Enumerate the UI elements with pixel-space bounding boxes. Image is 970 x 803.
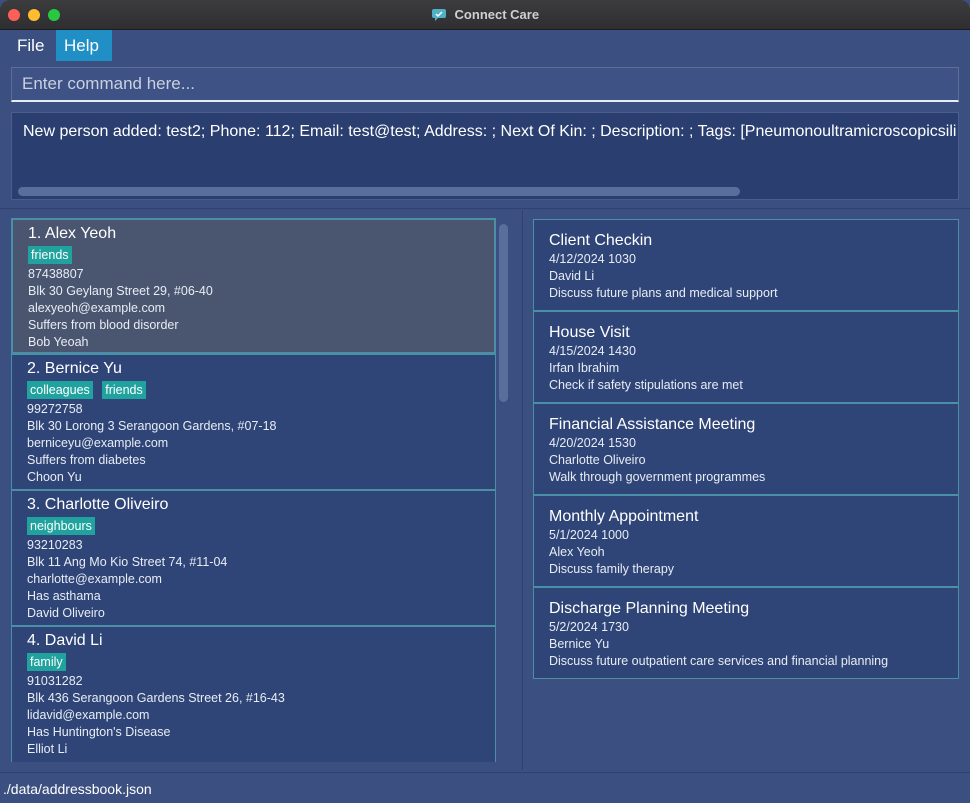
- person-email: lidavid@example.com: [27, 708, 150, 722]
- person-phone: 93210283: [27, 538, 83, 552]
- panel-divider: [522, 210, 523, 770]
- menu-bar: File Help: [0, 30, 970, 61]
- person-tag: friends: [28, 246, 72, 264]
- appointment-datetime: 4/20/2024 1530: [549, 436, 636, 450]
- result-text: New person added: test2; Phone: 112; Ema…: [23, 123, 957, 140]
- command-box: [11, 67, 959, 102]
- person-tag: family: [27, 653, 66, 671]
- person-tags: colleagues friends: [27, 381, 495, 401]
- person-phone: 91031282: [27, 674, 83, 688]
- person-name: Charlotte Oliveiro: [44, 496, 169, 513]
- person-address: Blk 30 Lorong 3 Serangoon Gardens, #07-1…: [27, 419, 277, 433]
- title-bar: Connect Care: [0, 0, 970, 30]
- person-next-of-kin: Choon Yu: [27, 470, 82, 484]
- appointment-card[interactable]: Monthly Appointment 5/1/2024 1000 Alex Y…: [533, 495, 959, 587]
- person-tag: colleagues: [27, 381, 93, 399]
- result-display: New person added: test2; Phone: 112; Ema…: [11, 112, 959, 200]
- appointment-title: Monthly Appointment: [549, 508, 699, 525]
- person-name: Bernice Yu: [44, 360, 122, 377]
- appointment-description: Discuss family therapy: [549, 562, 675, 576]
- person-index: 3.: [27, 496, 41, 513]
- section-divider: [0, 208, 970, 209]
- person-card[interactable]: 2. Bernice Yu colleagues friends 9927275…: [11, 353, 496, 490]
- appointment-person: Irfan Ibrahim: [549, 361, 620, 375]
- person-address: Blk 11 Ang Mo Kio Street 74, #11-04: [27, 555, 228, 569]
- appointment-title: Discharge Planning Meeting: [549, 600, 750, 617]
- appointment-list: Client Checkin 4/12/2024 1030 David Li D…: [533, 219, 959, 679]
- menu-file[interactable]: File: [9, 30, 52, 61]
- person-index: 4.: [27, 632, 41, 649]
- person-tags: family: [27, 653, 495, 673]
- person-tags: friends: [28, 246, 494, 266]
- person-index: 2.: [27, 360, 41, 377]
- person-next-of-kin: Elliot Li: [27, 742, 68, 756]
- status-bar: ./data/addressbook.json: [0, 772, 970, 803]
- person-tag: friends: [102, 381, 146, 399]
- appointment-card[interactable]: Discharge Planning Meeting 5/2/2024 1730…: [533, 587, 959, 679]
- appointment-datetime: 5/1/2024 1000: [549, 528, 629, 542]
- appointment-title: House Visit: [549, 324, 630, 341]
- appointment-card[interactable]: House Visit 4/15/2024 1430 Irfan Ibrahim…: [533, 311, 959, 403]
- save-file-path: ./data/addressbook.json: [3, 781, 152, 797]
- appointment-description: Discuss future plans and medical support: [549, 286, 778, 300]
- window-title-wrap: Connect Care: [0, 7, 970, 22]
- appointment-description: Check if safety stipulations are met: [549, 378, 743, 392]
- person-name-row: 3. Charlotte Oliveiro: [27, 495, 495, 515]
- appointment-card[interactable]: Financial Assistance Meeting 4/20/2024 1…: [533, 403, 959, 495]
- person-name-row: 1. Alex Yeoh: [28, 224, 494, 244]
- person-tags: neighbours: [27, 517, 495, 537]
- person-description: Suffers from diabetes: [27, 453, 146, 467]
- person-email: alexyeoh@example.com: [28, 301, 166, 315]
- person-phone: 99272758: [27, 402, 83, 416]
- app-logo-icon: [431, 9, 446, 21]
- person-description: Has asthama: [27, 589, 101, 603]
- menu-help[interactable]: Help: [56, 30, 112, 61]
- person-description: Has Huntington's Disease: [27, 725, 171, 739]
- person-index: 1.: [28, 225, 42, 242]
- person-list-scrollbar[interactable]: [499, 224, 508, 402]
- person-tag: neighbours: [27, 517, 95, 535]
- result-horizontal-scrollbar[interactable]: [18, 187, 740, 196]
- person-email: charlotte@example.com: [27, 572, 162, 586]
- appointment-datetime: 4/12/2024 1030: [549, 252, 636, 266]
- person-address: Blk 30 Geylang Street 29, #06-40: [28, 284, 213, 298]
- person-address: Blk 436 Serangoon Gardens Street 26, #16…: [27, 691, 285, 705]
- window-title: Connect Care: [454, 7, 540, 22]
- appointment-person: Alex Yeoh: [549, 545, 605, 559]
- person-card[interactable]: 4. David Li family 91031282 Blk 436 Sera…: [11, 625, 496, 762]
- person-next-of-kin: Bob Yeoah: [28, 335, 89, 349]
- person-name: Alex Yeoh: [44, 225, 117, 242]
- person-card[interactable]: 1. Alex Yeoh friends 87438807 Blk 30 Gey…: [11, 218, 496, 354]
- person-name: David Li: [44, 632, 103, 649]
- appointment-datetime: 4/15/2024 1430: [549, 344, 636, 358]
- appointment-description: Discuss future outpatient care services …: [549, 654, 889, 668]
- person-description: Suffers from blood disorder: [28, 318, 179, 332]
- person-name-row: 4. David Li: [27, 631, 495, 651]
- appointment-datetime: 5/2/2024 1730: [549, 620, 629, 634]
- appointment-person: Bernice Yu: [549, 637, 610, 651]
- appointment-title: Client Checkin: [549, 232, 653, 249]
- appointment-card[interactable]: Client Checkin 4/12/2024 1030 David Li D…: [533, 219, 959, 311]
- person-list: 1. Alex Yeoh friends 87438807 Blk 30 Gey…: [11, 218, 496, 762]
- appointment-person: Charlotte Oliveiro: [549, 453, 646, 467]
- appointment-description: Walk through government programmes: [549, 470, 766, 484]
- person-name-row: 2. Bernice Yu: [27, 359, 495, 379]
- person-card[interactable]: 3. Charlotte Oliveiro neighbours 9321028…: [11, 489, 496, 626]
- command-input[interactable]: [12, 68, 958, 100]
- appointment-person: David Li: [549, 269, 595, 283]
- appointment-title: Financial Assistance Meeting: [549, 416, 756, 433]
- person-phone: 87438807: [28, 267, 84, 281]
- person-email: berniceyu@example.com: [27, 436, 169, 450]
- person-next-of-kin: David Oliveiro: [27, 606, 105, 620]
